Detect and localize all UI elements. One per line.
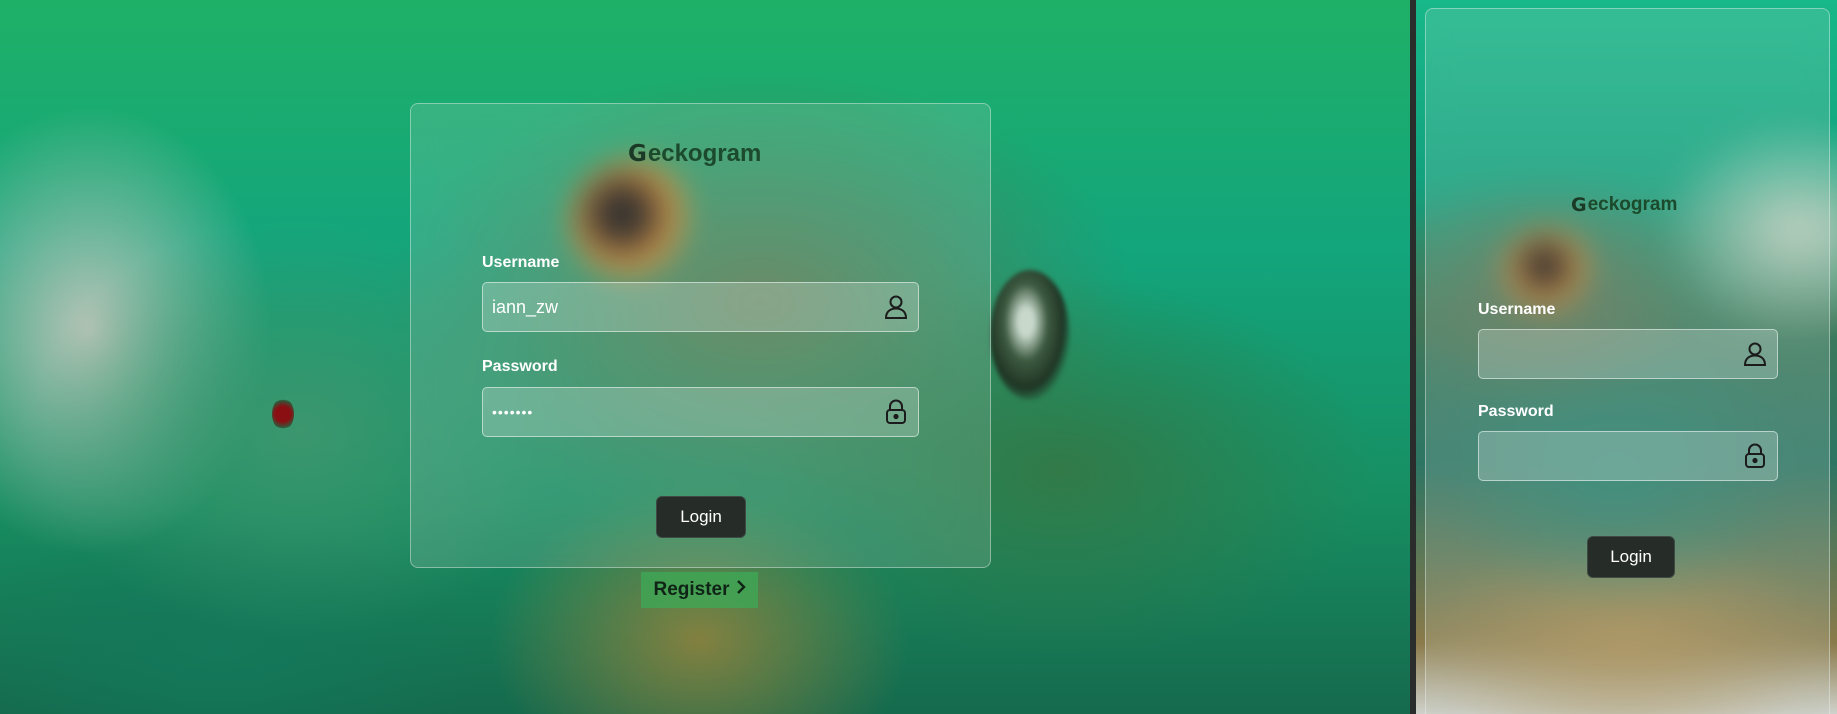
gecko-logo-icon: G [1571, 194, 1587, 216]
lock-icon [883, 399, 909, 425]
password-label: Password [1478, 403, 1554, 420]
user-icon [1742, 341, 1768, 367]
background-gecko-nostril [272, 398, 294, 430]
gecko-logo-icon: G [628, 141, 647, 167]
username-input[interactable]: iann_zw [483, 297, 883, 318]
register-label: Register [653, 579, 730, 600]
username-field[interactable]: iann_zw [482, 282, 919, 332]
login-button[interactable]: Login [656, 496, 746, 538]
desktop-login-view: G eckogram Username iann_zw Password •••… [0, 0, 1410, 714]
login-card-mobile: G eckogram Username Password Login [1425, 8, 1830, 714]
register-link[interactable]: Register [641, 572, 758, 608]
background-gecko-eye-side [990, 270, 1070, 400]
login-card: G eckogram Username iann_zw Password •••… [410, 103, 991, 568]
password-field[interactable]: ••••••• [482, 387, 919, 437]
mobile-login-view: G eckogram Username Password Login [1416, 0, 1837, 714]
lock-icon [1742, 443, 1768, 469]
user-icon [883, 294, 909, 320]
chevron-right-icon [736, 579, 746, 601]
brand-name: eckogram [647, 140, 762, 167]
password-label: Password [482, 358, 558, 375]
password-field[interactable] [1478, 431, 1778, 481]
brand-name: eckogram [1587, 194, 1678, 215]
brand-logo: G eckogram [1571, 194, 1677, 216]
username-label: Username [1478, 301, 1556, 318]
username-field[interactable] [1478, 329, 1778, 379]
brand-logo: G eckogram [628, 140, 761, 168]
login-button[interactable]: Login [1587, 536, 1675, 578]
username-label: Username [482, 254, 560, 271]
password-input[interactable]: ••••••• [483, 404, 883, 420]
